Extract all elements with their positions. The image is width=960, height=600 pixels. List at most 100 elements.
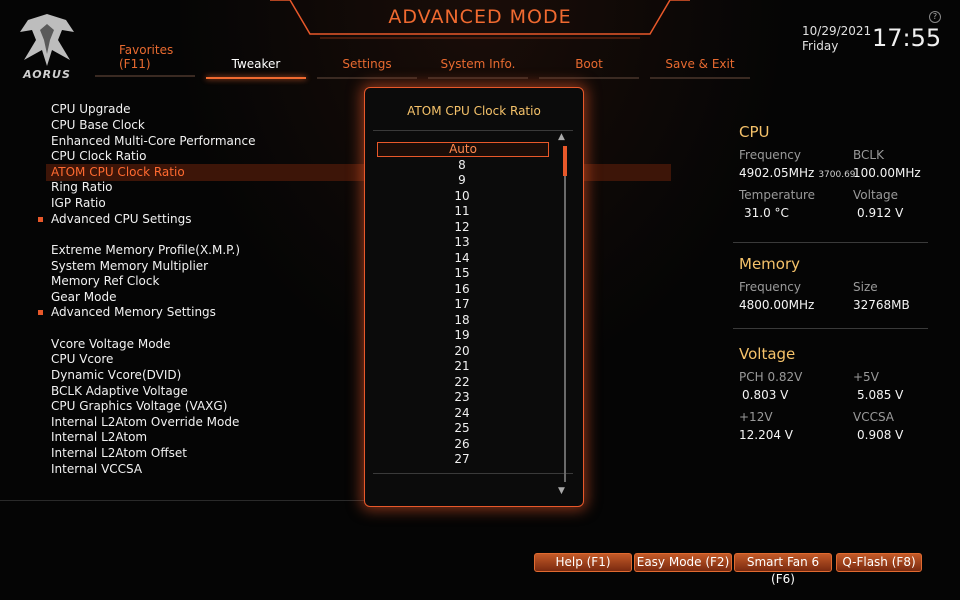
tab-underline — [650, 77, 750, 79]
tab-tweaker[interactable]: Tweaker — [206, 57, 306, 79]
popup-option[interactable]: 27 — [377, 452, 547, 467]
temperature-label: Temperature — [739, 188, 816, 202]
date-display: 10/29/2021 Friday — [802, 24, 871, 54]
tab-settings[interactable]: Settings — [317, 57, 417, 79]
menu-item-cpu-graphics-voltage[interactable]: CPU Graphics Voltage (VAXG) — [51, 399, 227, 414]
bclk-label: BCLK — [853, 148, 884, 162]
popup-option[interactable]: 20 — [377, 344, 547, 359]
menu-item-dynamic-vcore[interactable]: Dynamic Vcore(DVID) — [51, 368, 181, 383]
tab-favorites[interactable]: Favorites (F11) — [95, 43, 195, 77]
popup-option[interactable]: 19 — [377, 328, 547, 343]
memory-frequency-value: 4800.00MHz — [739, 298, 815, 312]
tab-system-info[interactable]: System Info. — [428, 57, 528, 79]
popup-option[interactable]: 15 — [377, 266, 547, 281]
tab-settings-label: Settings — [342, 57, 392, 71]
menu-item-cpu-vcore[interactable]: CPU Vcore — [51, 352, 113, 367]
vccsa-value: 0.908 V — [857, 428, 904, 442]
menu-item-advanced-cpu-settings[interactable]: Advanced CPU Settings — [38, 212, 192, 227]
menu-item-cpu-upgrade[interactable]: CPU Upgrade — [51, 102, 131, 117]
pch-label: PCH 0.82V — [739, 370, 803, 384]
tab-underline-active — [206, 77, 306, 79]
vccsa-label: VCCSA — [853, 410, 895, 424]
tab-underline — [317, 77, 417, 79]
popup-option[interactable]: 24 — [377, 406, 547, 421]
menu-item-cpu-base-clock[interactable]: CPU Base Clock — [51, 118, 145, 133]
smart-fan-button[interactable]: Smart Fan 6 (F6) — [734, 553, 832, 586]
menu-item-xmp[interactable]: Extreme Memory Profile(X.M.P.) — [51, 243, 240, 258]
tab-system-info-label: System Info. — [440, 57, 516, 71]
menu-item-memory-multiplier[interactable]: System Memory Multiplier — [51, 259, 208, 274]
popup-option[interactable]: 8 — [377, 158, 547, 173]
menu-item-cpu-clock-ratio[interactable]: CPU Clock Ratio — [51, 149, 146, 164]
popup-option[interactable]: 26 — [377, 437, 547, 452]
cpu-voltage-label: Voltage — [853, 188, 899, 202]
tab-boot[interactable]: Boot — [539, 57, 639, 79]
memory-frequency-label: Frequency — [739, 280, 801, 294]
menu-item-memory-ref-clock[interactable]: Memory Ref Clock — [51, 274, 159, 289]
help-button[interactable]: Help (F1) — [534, 553, 632, 572]
day-text: Friday — [802, 39, 839, 53]
help-icon[interactable]: ? — [929, 11, 941, 23]
menu-item-atom-cpu-clock-ratio[interactable]: ATOM CPU Clock Ratio — [51, 165, 185, 180]
tab-favorites-key: (F11) — [119, 57, 151, 71]
popup-option[interactable]: 25 — [377, 421, 547, 436]
plus12v-label: +12V — [739, 410, 773, 424]
popup-option[interactable]: Auto — [377, 142, 549, 157]
popup-option[interactable]: 21 — [377, 359, 547, 374]
popup-title: ATOM CPU Clock Ratio — [407, 104, 541, 118]
divider — [0, 500, 380, 501]
temperature-value: 31.0 °C — [744, 206, 789, 220]
popup-divider — [373, 473, 573, 474]
brand-name: AORUS — [23, 68, 71, 81]
tab-underline — [428, 77, 528, 79]
popup-option[interactable]: 14 — [377, 251, 547, 266]
memory-size-label: Size — [853, 280, 878, 294]
menu-item-igp-ratio[interactable]: IGP Ratio — [51, 196, 106, 211]
popup-option[interactable]: 12 — [377, 220, 547, 235]
menu-item-vcore-voltage-mode[interactable]: Vcore Voltage Mode — [51, 337, 171, 352]
page-title: ADVANCED MODE — [388, 6, 572, 28]
popup-divider — [373, 130, 573, 131]
popup-option[interactable]: 22 — [377, 375, 547, 390]
menu-item-bclk-adaptive-voltage[interactable]: BCLK Adaptive Voltage — [51, 384, 188, 399]
cpu-frequency-value: 4902.05MHz 3700.69 — [739, 166, 856, 180]
menu-item-gear-mode[interactable]: Gear Mode — [51, 290, 116, 305]
tab-underline — [95, 75, 195, 77]
scroll-down-icon[interactable]: ▼ — [558, 486, 565, 496]
q-flash-button[interactable]: Q-Flash (F8) — [836, 553, 922, 572]
voltage-heading: Voltage — [739, 345, 796, 363]
scrollbar-track[interactable] — [564, 146, 566, 482]
popup-option[interactable]: 11 — [377, 204, 547, 219]
cpu-frequency-label: Frequency — [739, 148, 801, 162]
scroll-up-icon[interactable]: ▲ — [558, 132, 565, 142]
option-popup[interactable]: ATOM CPU Clock Ratio ▲ Auto 8 9 10 11 12… — [364, 87, 584, 507]
memory-heading: Memory — [739, 255, 801, 273]
scrollbar-thumb[interactable] — [563, 146, 567, 176]
time-display: 17:55 — [872, 24, 942, 52]
popup-option[interactable]: 16 — [377, 282, 547, 297]
cpu-heading: CPU — [739, 123, 770, 141]
tab-tweaker-label: Tweaker — [231, 57, 281, 71]
menu-item-enhanced-multi-core[interactable]: Enhanced Multi-Core Performance — [51, 134, 255, 149]
popup-option[interactable]: 10 — [377, 189, 547, 204]
tab-underline — [539, 77, 639, 79]
pch-value: 0.803 V — [742, 388, 789, 402]
menu-item-ring-ratio[interactable]: Ring Ratio — [51, 180, 113, 195]
popup-option[interactable]: 23 — [377, 390, 547, 405]
cpu-frequency-main: 4902.05MHz — [739, 166, 815, 180]
menu-item-l2atom[interactable]: Internal L2Atom — [51, 430, 147, 445]
divider — [733, 242, 928, 243]
menu-item-l2atom-offset[interactable]: Internal L2Atom Offset — [51, 446, 187, 461]
popup-option[interactable]: 9 — [377, 173, 547, 188]
menu-item-l2atom-override-mode[interactable]: Internal L2Atom Override Mode — [51, 415, 239, 430]
popup-option[interactable]: 13 — [377, 235, 547, 250]
tab-save-exit[interactable]: Save & Exit — [650, 57, 750, 79]
cpu-frequency-small: 3700.69 — [818, 170, 856, 180]
menu-item-internal-vccsa[interactable]: Internal VCCSA — [51, 462, 142, 477]
menu-item-advanced-memory-settings[interactable]: Advanced Memory Settings — [38, 305, 216, 320]
popup-option[interactable]: 17 — [377, 297, 547, 312]
cpu-voltage-value: 0.912 V — [857, 206, 904, 220]
popup-option[interactable]: 18 — [377, 313, 547, 328]
tab-save-exit-label: Save & Exit — [665, 57, 735, 71]
easy-mode-button[interactable]: Easy Mode (F2) — [634, 553, 732, 572]
